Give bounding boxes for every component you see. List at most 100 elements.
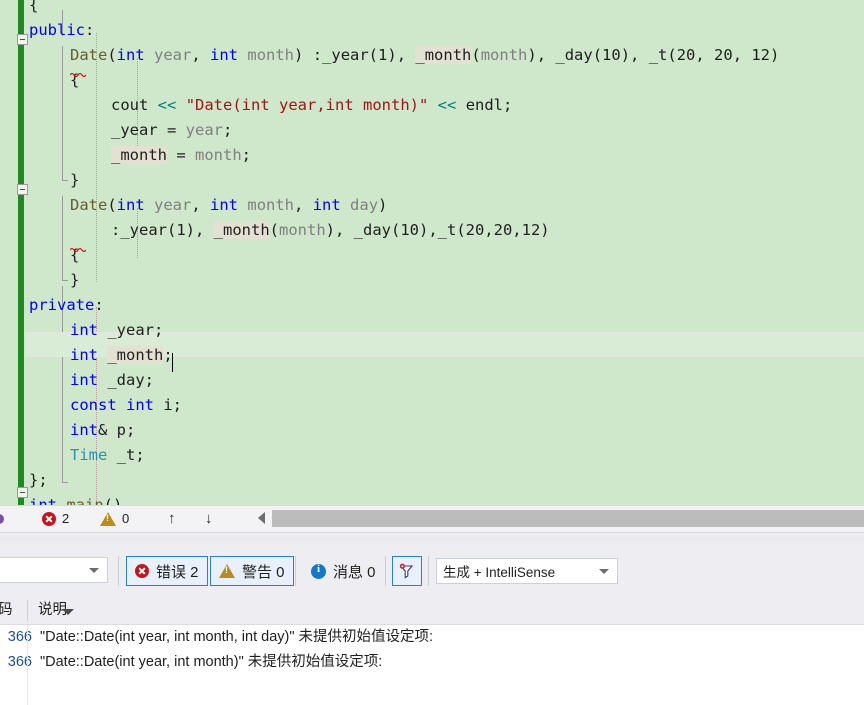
panel-splitter[interactable] (0, 532, 864, 544)
code-line[interactable]: cout << "Date(int year,int month)" << en… (0, 93, 864, 118)
code-token: _year (111, 121, 158, 139)
code-token: ) :_year( (294, 46, 379, 64)
code-token: year (154, 196, 192, 214)
code-token: , (191, 196, 211, 214)
code-token: int (116, 46, 145, 64)
horizontal-scrollbar-thumb[interactable] (272, 510, 864, 527)
hscroll-left-arrow[interactable] (258, 512, 265, 524)
next-issue-button[interactable]: ↓ (205, 506, 213, 532)
error-squiggle (70, 72, 86, 77)
sort-desc-caret-icon (62, 609, 74, 615)
messages-filter-toggle[interactable]: 消息 0 (302, 556, 385, 586)
scope-filter-combo[interactable]: 案 (0, 557, 108, 583)
error-squiggle (70, 247, 86, 252)
code-token: month (247, 196, 295, 214)
code-line[interactable]: _year = year; (0, 118, 864, 143)
code-line[interactable]: } (0, 168, 864, 193)
column-header-code[interactable]: 码 (0, 597, 34, 624)
code-line[interactable]: { (0, 243, 864, 268)
splitter-grip (0, 537, 864, 541)
code-token: endl (465, 96, 504, 114)
code-token: ( (471, 46, 481, 64)
source-select-combo[interactable]: 生成 + IntelliSense (436, 558, 618, 584)
code-token: ( (107, 196, 117, 214)
prev-issue-button[interactable]: ↑ (168, 506, 176, 532)
code-token: int (116, 196, 145, 214)
code-token: int (29, 496, 57, 505)
code-line[interactable]: :_year(1), _month(month), _day(10),_t(20… (0, 218, 864, 243)
code-token: "Date(int year,int month)" (185, 96, 429, 114)
code-token: ( (269, 221, 279, 239)
error-list-rows[interactable]: 366 "Date::Date(int year, int month, int … (0, 625, 864, 705)
code-token: ), _day(10),_t(20,20,12) (325, 221, 550, 239)
table-row[interactable]: 366 "Date::Date(int year, int month)" 未提供… (0, 650, 864, 675)
code-token: ), _day(10), _t(20, 20, 12) (527, 46, 780, 64)
code-line[interactable]: private: (0, 293, 864, 318)
code-line[interactable]: { (0, 68, 864, 93)
chevron-down-icon (599, 568, 609, 574)
code-token: ), (387, 46, 416, 64)
code-token: }; (29, 471, 48, 489)
code-line[interactable]: const int i; (0, 393, 864, 418)
error-list-toolbar[interactable]: 案 错误 2 警告 0 消息 0 (0, 554, 864, 592)
list-column-border (27, 625, 28, 705)
code-line[interactable]: _month = month; (0, 143, 864, 168)
code-token: Date (70, 46, 108, 64)
up-arrow-icon: ↑ (168, 510, 176, 527)
code-line[interactable]: Date(int year, int month, int day) (0, 193, 864, 218)
code-token: _day; (98, 371, 154, 389)
code-token: _year; (98, 321, 164, 339)
code-token: 1 (378, 46, 388, 64)
code-line[interactable]: } (0, 268, 864, 293)
editor-status-bar[interactable]: 2 0 ↑ ↓ (0, 505, 864, 532)
table-row[interactable]: 366 "Date::Date(int year, int month, int … (0, 625, 864, 650)
code-token: { (29, 0, 39, 14)
code-line[interactable]: Time _t; (0, 443, 864, 468)
code-token: int (210, 46, 239, 64)
status-warning-count-label: 0 (122, 511, 130, 526)
code-token: day (350, 196, 379, 214)
build-intellisense-filter-icon (398, 562, 416, 580)
code-line[interactable]: Date(int year, int month) :_year(1), _mo… (0, 43, 864, 68)
code-token: public (29, 21, 85, 39)
error-list-header[interactable]: 码 说明 (0, 597, 864, 625)
code-line[interactable]: int _month; (0, 343, 864, 368)
code-line[interactable]: public: (0, 18, 864, 43)
code-token: int (70, 371, 98, 389)
status-warning-count[interactable]: 0 (100, 506, 129, 532)
errors-filter-toggle[interactable]: 错误 2 (126, 556, 208, 586)
warnings-filter-label: 警告 0 (242, 563, 285, 581)
code-token: int (210, 196, 239, 214)
column-header-description[interactable]: 说明 (30, 597, 190, 624)
code-token: _month (415, 46, 472, 64)
code-token: : (85, 21, 95, 39)
code-line[interactable]: int& p; (0, 418, 864, 443)
code-editor[interactable]: {public: Date(int year, int month) :_year… (0, 0, 864, 505)
code-line[interactable]: int main() (0, 493, 864, 505)
column-divider[interactable] (27, 600, 28, 621)
toolbar-separator (428, 556, 429, 586)
code-token: private (29, 296, 95, 314)
code-token: int (312, 196, 341, 214)
cell-description: "Date::Date(int year, int month, int day… (40, 629, 434, 645)
code-token: month (195, 146, 242, 164)
build-intellisense-filter-button[interactable] (392, 556, 422, 586)
status-left-icon (0, 506, 22, 532)
code-line[interactable]: int _day; (0, 368, 864, 393)
code-token: = (157, 121, 186, 139)
code-line[interactable]: int _year; (0, 318, 864, 343)
code-line[interactable]: { (0, 0, 864, 18)
scope-filter-value: 案 (0, 560, 89, 580)
status-error-count[interactable]: 2 (42, 506, 69, 532)
warnings-filter-toggle[interactable]: 警告 0 (210, 556, 294, 586)
code-token: month (480, 46, 528, 64)
code-line[interactable]: }; (0, 468, 864, 493)
warning-triangle-icon (100, 512, 116, 526)
code-token: int (70, 346, 98, 364)
code-token: ; (503, 96, 513, 114)
